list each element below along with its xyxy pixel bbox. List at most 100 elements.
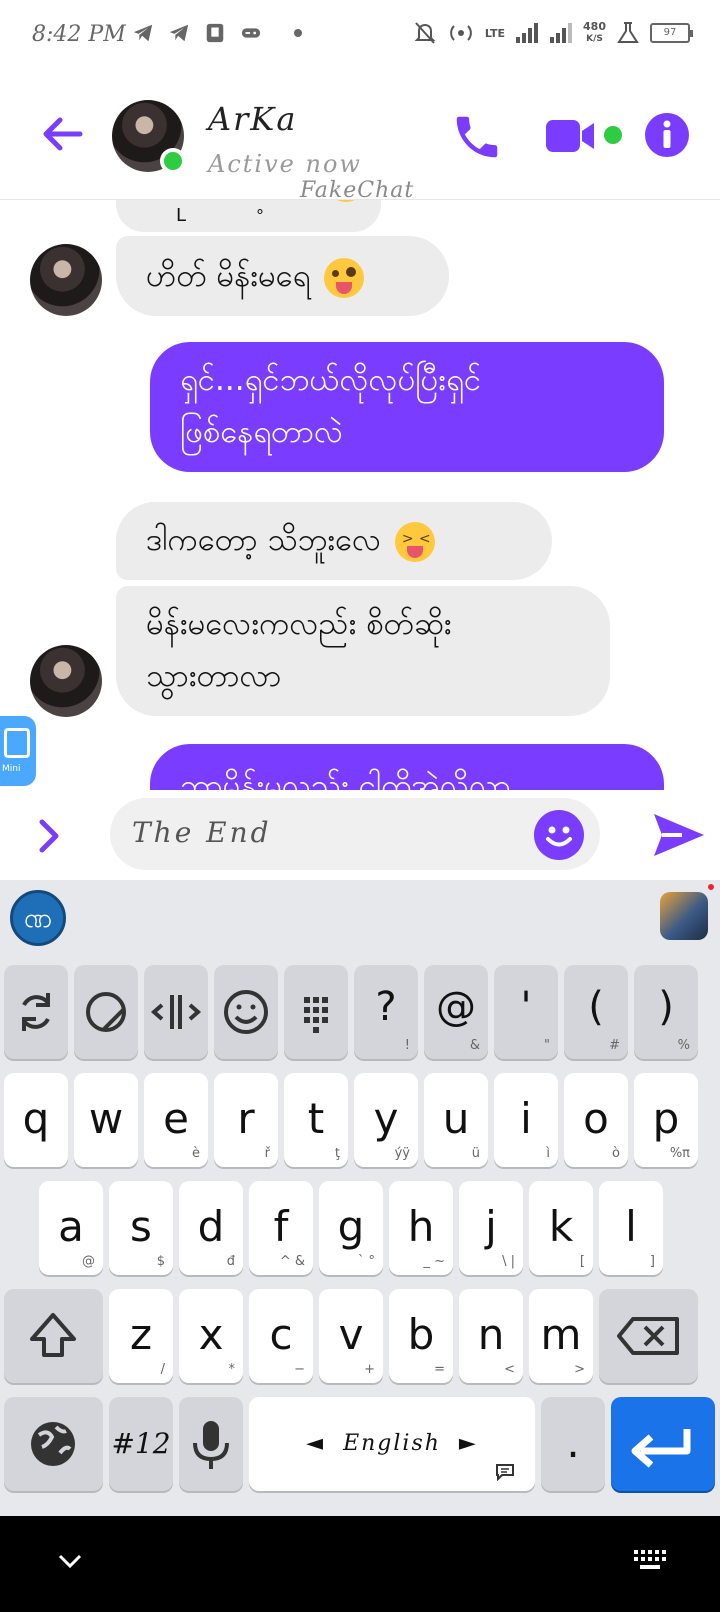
period-key[interactable]: . [541,1397,605,1491]
key-close-paren[interactable]: )% [634,965,698,1059]
numpad-key[interactable] [284,965,348,1059]
sticker-icon [86,992,126,1032]
key-v[interactable]: v + [319,1289,383,1383]
game-shortcut-icon[interactable] [660,892,708,940]
shift-key[interactable] [4,1289,103,1383]
numpad-icon [304,997,328,1033]
key-o[interactable]: oò [564,1073,628,1167]
keyboard-toolbar: ဏ [0,880,720,962]
avatar[interactable] [30,244,102,316]
message-input[interactable]: The End [110,798,600,870]
navigation-bar [0,1516,720,1612]
message-list[interactable]: L ° ဟိတ် မိန်းမရေ ရှင်...ရှင်ဘယ်လိုလုပ်ပ… [0,200,720,790]
crazy-face-emoji-icon [324,257,365,298]
video-call-icon[interactable] [544,116,600,156]
mute-bell-icon [414,22,436,44]
signal-icon-2 [550,23,573,43]
refresh-icon [22,993,50,1031]
key-u[interactable]: uü [424,1073,488,1167]
key-m[interactable]: m > [529,1289,593,1383]
notification-icons [132,22,302,44]
more-notifications-dot [294,29,302,37]
cursor-key[interactable] [144,965,208,1059]
keyboard-switch-icon[interactable] [632,1548,668,1572]
language-key[interactable] [4,1397,103,1491]
key-h[interactable]: h _ ~ [389,1181,453,1275]
battery-indicator: 97 [650,23,693,43]
screen: 8:42 PM LTE 480 K/S 97 ArKa Active now Fa… [0,0,720,1612]
key-p[interactable]: p %π [634,1073,698,1167]
floating-app-bubble[interactable]: Mini [0,716,36,786]
space-key[interactable]: ◄ English ► [249,1397,535,1491]
keyboard-hide-chevron-icon[interactable] [56,1552,84,1572]
key-question[interactable]: ?! [354,965,418,1059]
contact-avatar[interactable] [112,100,186,174]
info-icon[interactable] [644,112,690,158]
enter-arrow-icon [631,1429,691,1468]
key-r[interactable]: rř [214,1073,278,1167]
key-g[interactable]: g ` ° [319,1181,383,1275]
key-l[interactable]: l] [599,1181,663,1275]
message-bubble-received[interactable]: ဟိတ် မိန်းမရေ [116,236,449,316]
squinting-tongue-emoji-icon: > < [394,521,435,562]
key-d[interactable]: dđ [179,1181,243,1275]
microphone-icon [193,1421,229,1469]
telegram-icon [169,24,189,42]
key-c[interactable]: c − [249,1289,313,1383]
lte-label: LTE [484,26,506,40]
key-z[interactable]: z / [109,1289,173,1383]
message-bubble-received[interactable]: ဒါကတော့ သိဘူးလေ > < [116,502,552,580]
key-y[interactable]: y ýÿ [354,1073,418,1167]
message-bubble-sent[interactable]: ရှင်...ရှင်ဘယ်လိုလုပ်ပြီးရှင် ဖြစ်နေရတာလ… [150,342,664,472]
back-arrow-icon[interactable] [38,110,86,158]
avatar[interactable] [30,645,102,717]
enter-key[interactable] [611,1397,715,1491]
key-k[interactable]: k[ [529,1181,593,1275]
key-at[interactable]: @ & [424,965,488,1059]
message-square-icon [496,1464,514,1481]
key-q[interactable]: q [4,1073,68,1167]
telegram-icon [133,24,153,42]
keyboard-logo-icon[interactable]: ဏ [10,890,66,946]
phone-call-icon[interactable] [450,110,504,164]
voice-input-key[interactable] [179,1397,243,1491]
key-apostrophe[interactable]: ' " [494,965,558,1059]
key-n[interactable]: n < [459,1289,523,1383]
emoji-key[interactable] [214,965,278,1059]
status-bar: 8:42 PM LTE 480 K/S 97 [0,0,720,72]
key-b[interactable]: b = [389,1289,453,1383]
key-s[interactable]: s $ [109,1181,173,1275]
emoji-icon [326,200,366,202]
sticker-key[interactable] [74,965,138,1059]
key-open-paren[interactable]: (# [564,965,628,1059]
smiley-icon [546,826,572,847]
sync-key[interactable] [4,965,68,1059]
contact-name[interactable]: ArKa [208,100,297,138]
key-t[interactable]: tţ [284,1073,348,1167]
backspace-key[interactable] [599,1289,698,1383]
message-bubble-sent[interactable]: ဘာမိန်းမလည်း ငါတိအဲလိုလာ [150,744,664,790]
chevron-right-icon[interactable] [34,816,64,856]
key-x[interactable]: x * [179,1289,243,1383]
key-i[interactable]: iì [494,1073,558,1167]
cursor-move-icon [150,995,202,1029]
shift-arrow-icon [30,1313,76,1357]
backspace-icon [617,1317,679,1355]
system-icons: LTE 480 K/S 97 [413,20,693,46]
mini-app-icon [4,728,30,758]
numbers-key[interactable]: #12 [109,1397,173,1491]
message-bubble-partial: L ° [116,200,381,232]
key-a[interactable]: a @ [39,1181,103,1275]
space-label: ◄ English ► [306,1431,478,1456]
emoji-picker-button[interactable] [534,810,584,860]
key-w[interactable]: w [74,1073,138,1167]
globe-icon [31,1422,75,1466]
send-icon[interactable] [652,810,706,860]
key-e[interactable]: eè [144,1073,208,1167]
gamepad-icon [241,28,261,38]
key-f[interactable]: f ^ & [249,1181,313,1275]
key-j[interactable]: j \ | [459,1181,523,1275]
message-bubble-received[interactable]: မိန်းမလေးကလည်း စိတ်ဆိုး သွားတာလာ [116,586,610,716]
emoji-smile-icon [224,990,268,1034]
app-notification-icon [206,23,224,43]
